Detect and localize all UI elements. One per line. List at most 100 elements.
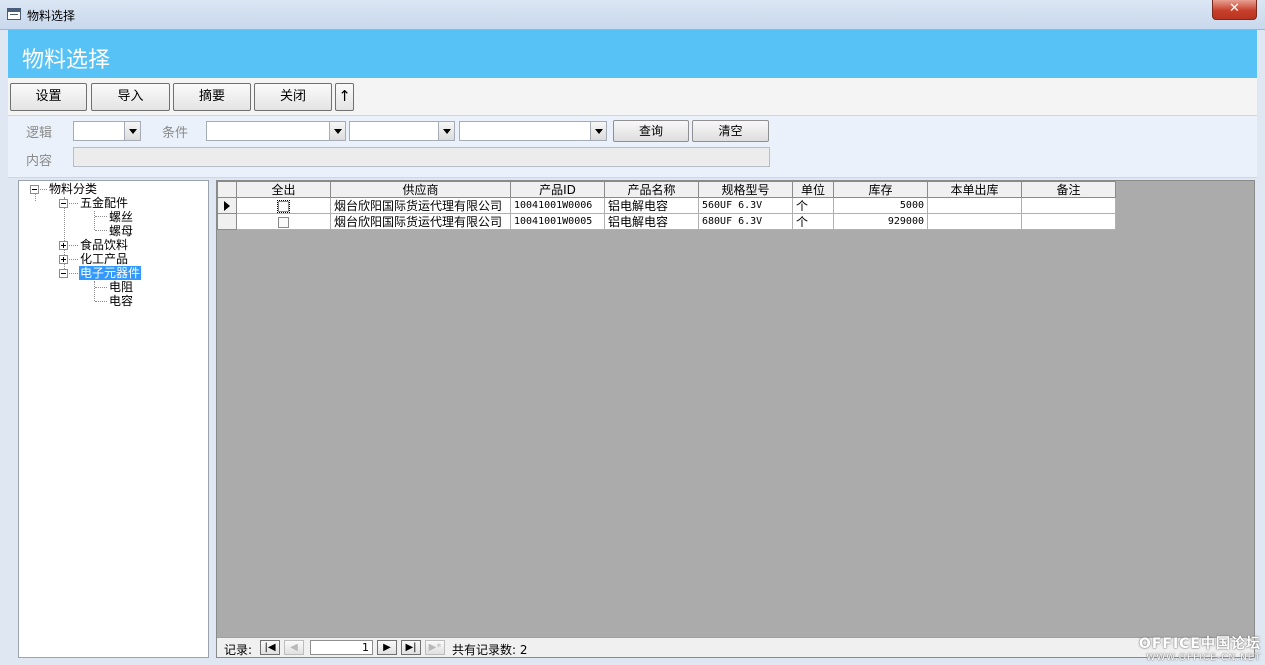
filter-panel: 逻辑 条件 查询 清空 内容	[8, 116, 1257, 178]
column-header[interactable]: 库存	[833, 181, 928, 198]
clear-button[interactable]: 清空	[692, 120, 769, 142]
content-label: 内容	[26, 154, 53, 169]
outbound-cell[interactable]	[927, 197, 1022, 214]
material-table: 全出 供应商 产品ID 产品名称 规格型号 单位 库存 本单出库 备注 烟台欣阳…	[217, 181, 1116, 230]
tree-line	[69, 203, 78, 204]
form-title: 物料选择	[22, 48, 111, 73]
note-cell[interactable]	[1021, 213, 1116, 230]
record-navigation-bar: 记录: |◀ ◀ 1 ▶ ▶| ▶* 共有记录数: 2	[217, 637, 1254, 657]
tree-line	[94, 211, 95, 230]
expand-icon[interactable]	[59, 241, 68, 250]
tree-node-chemical[interactable]: 化工产品	[80, 252, 128, 266]
supplier-cell[interactable]: 烟台欣阳国际货运代理有限公司	[330, 197, 511, 214]
select-all-cell[interactable]	[236, 213, 331, 230]
collapse-icon[interactable]	[59, 269, 68, 278]
value-combo[interactable]	[459, 121, 607, 141]
row-selector[interactable]	[217, 213, 237, 230]
note-cell[interactable]	[1021, 197, 1116, 214]
chevron-down-icon[interactable]	[329, 122, 345, 140]
tree-line	[35, 194, 36, 201]
spec-cell[interactable]: 680UF 6.3V	[698, 213, 793, 230]
expand-icon[interactable]	[59, 255, 68, 264]
product-name-cell[interactable]: 铝电解电容	[604, 213, 699, 230]
tree-node-food[interactable]: 食品饮料	[80, 238, 128, 252]
field-combo[interactable]	[206, 121, 346, 141]
current-row-icon	[224, 201, 230, 211]
tree-node-hardware[interactable]: 五金配件	[80, 196, 128, 210]
chevron-down-icon[interactable]	[438, 122, 454, 140]
tree-line	[95, 301, 107, 302]
new-record-button[interactable]: ▶*	[425, 640, 445, 655]
product-name-cell[interactable]: 铝电解电容	[604, 197, 699, 214]
window-close-button[interactable]: ✕	[1212, 0, 1257, 20]
form-icon	[7, 8, 21, 20]
operator-combo[interactable]	[349, 121, 455, 141]
unit-cell[interactable]: 个	[792, 213, 834, 230]
column-header[interactable]: 规格型号	[698, 181, 793, 198]
tree-node-nut[interactable]: 螺母	[109, 224, 133, 238]
record-count: 共有记录数: 2	[452, 643, 528, 657]
row-checkbox[interactable]	[277, 199, 290, 213]
supplier-cell[interactable]: 烟台欣阳国际货运代理有限公司	[330, 213, 511, 230]
column-header[interactable]: 全出	[236, 181, 331, 198]
next-record-button[interactable]: ▶	[377, 640, 397, 655]
chevron-down-icon[interactable]	[590, 122, 606, 140]
table-header-row: 全出 供应商 产品ID 产品名称 规格型号 单位 库存 本单出库 备注	[217, 181, 1116, 198]
summary-button[interactable]: 摘要	[173, 83, 251, 111]
select-all-cell[interactable]	[236, 197, 331, 214]
tree-line	[69, 273, 78, 274]
chevron-down-icon[interactable]	[124, 122, 140, 140]
tree-node-screw[interactable]: 螺丝	[109, 210, 133, 224]
stock-cell[interactable]: 5000	[833, 197, 928, 214]
logic-combo[interactable]	[73, 121, 141, 141]
column-header[interactable]: 供应商	[330, 181, 511, 198]
material-grid: 全出 供应商 产品ID 产品名称 规格型号 单位 库存 本单出库 备注 烟台欣阳…	[216, 180, 1255, 658]
last-record-button[interactable]: ▶|	[401, 640, 421, 655]
row-selector-header[interactable]	[217, 181, 237, 198]
logic-label: 逻辑	[26, 126, 53, 141]
import-button[interactable]: 导入	[91, 83, 170, 111]
up-arrow-button[interactable]: ↑	[335, 83, 354, 111]
settings-button[interactable]: 设置	[10, 83, 87, 111]
column-header[interactable]: 产品ID	[510, 181, 605, 198]
column-header[interactable]: 本单出库	[927, 181, 1022, 198]
collapse-icon[interactable]	[59, 199, 68, 208]
watermark: OFFICE中国论坛 WWW.OFFICE-CN.NET	[1139, 633, 1261, 663]
column-header[interactable]: 产品名称	[604, 181, 699, 198]
tree-line	[69, 259, 78, 260]
tree-line	[69, 245, 78, 246]
window-title: 物料选择	[27, 9, 76, 23]
unit-cell[interactable]: 个	[792, 197, 834, 214]
product-id-cell[interactable]: 10041001W0005	[510, 213, 605, 230]
table-row[interactable]: 烟台欣阳国际货运代理有限公司 10041001W0006 铝电解电容 560UF…	[217, 197, 1116, 214]
column-header[interactable]: 备注	[1021, 181, 1116, 198]
watermark-line2: WWW.OFFICE-CN.NET	[1146, 653, 1261, 663]
collapse-icon[interactable]	[30, 185, 39, 194]
content-input[interactable]	[73, 147, 770, 167]
tree-line	[64, 197, 65, 277]
tree-line	[95, 230, 107, 231]
current-record-input[interactable]: 1	[310, 640, 373, 655]
tree-node-resistor[interactable]: 电阻	[109, 280, 133, 294]
spec-cell[interactable]: 560UF 6.3V	[698, 197, 793, 214]
tree-node-root[interactable]: 物料分类	[49, 182, 97, 196]
row-checkbox[interactable]	[278, 216, 289, 228]
column-header[interactable]: 单位	[792, 181, 834, 198]
product-id-cell[interactable]: 10041001W0006	[510, 197, 605, 214]
outbound-cell[interactable]	[927, 213, 1022, 230]
row-selector[interactable]	[217, 197, 237, 214]
close-button[interactable]: 关闭	[254, 83, 332, 111]
previous-record-button[interactable]: ◀	[284, 640, 304, 655]
table-row[interactable]: 烟台欣阳国际货运代理有限公司 10041001W0005 铝电解电容 680UF…	[217, 213, 1116, 230]
condition-label: 条件	[162, 126, 189, 141]
record-label: 记录:	[224, 643, 253, 657]
query-button[interactable]: 查询	[613, 120, 689, 142]
tree-line	[40, 189, 47, 190]
tree-line	[94, 281, 95, 301]
stock-cell[interactable]: 929000	[833, 213, 928, 230]
tree-node-capacitor[interactable]: 电容	[109, 294, 133, 308]
category-tree: 物料分类 五金配件 螺丝 螺母 食品饮料 化工产品 电子元器件 电阻 电容	[18, 180, 209, 658]
window-titlebar: 物料选择 ✕	[0, 0, 1265, 30]
tree-node-electronics[interactable]: 电子元器件	[79, 266, 142, 280]
first-record-button[interactable]: |◀	[260, 640, 280, 655]
